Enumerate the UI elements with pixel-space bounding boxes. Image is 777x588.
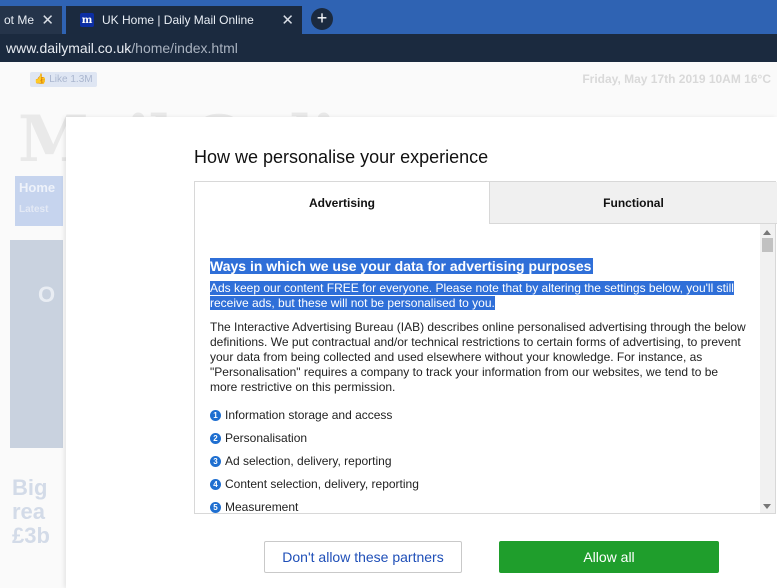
facebook-like-button[interactable]: 👍 Like 1.3M [30, 72, 97, 87]
tab-advertising[interactable]: Advertising [195, 182, 489, 224]
headline-line: rea [12, 499, 46, 524]
allow-all-button[interactable]: Allow all [499, 541, 719, 573]
purpose-number-icon: 2 [210, 433, 221, 444]
tab-functional[interactable]: Functional [489, 182, 777, 224]
browser-tab-inactive[interactable]: ot Me ✕ [0, 6, 62, 34]
purpose-label: Ad selection, delivery, reporting [225, 454, 392, 468]
purpose-item[interactable]: 2 Personalisation [210, 427, 746, 450]
purpose-label: Information storage and access [225, 408, 393, 422]
dailymail-favicon-icon: m [80, 13, 94, 27]
new-tab-plus-icon[interactable]: + [311, 8, 333, 30]
hero-letter: O [38, 282, 56, 307]
modal-title: How we personalise your experience [194, 147, 489, 167]
browser-tab-active[interactable]: m UK Home | Daily Mail Online ✕ [66, 6, 302, 34]
tab-title: ot Me [4, 13, 35, 27]
purpose-number-icon: 3 [210, 456, 221, 467]
section-title: Ways in which we use your data for adver… [210, 258, 594, 274]
scroll-down-arrow-icon[interactable] [763, 504, 771, 509]
nav-latest-link[interactable]: Latest [19, 204, 48, 215]
purpose-item[interactable]: 4 Content selection, delivery, reporting [210, 473, 746, 496]
nav-home-link[interactable]: Home [19, 180, 55, 195]
headline-fragment[interactable]: Big rea £3b [12, 476, 62, 548]
purpose-label: Measurement [225, 500, 299, 514]
dateline: Friday, May 17th 2019 10AM 16°C [582, 72, 771, 86]
purpose-item[interactable]: 3 Ad selection, delivery, reporting [210, 450, 746, 473]
consent-tabs: Advertising Functional [194, 181, 777, 224]
content-scrollbar[interactable] [760, 224, 775, 513]
purpose-item[interactable]: 5 Measurement [210, 496, 746, 514]
headline-line: £3b [12, 523, 50, 548]
purpose-number-icon: 1 [210, 410, 221, 421]
address-bar[interactable]: www.dailymail.co.uk/home/index.html [0, 34, 777, 62]
close-tab-icon[interactable]: ✕ [41, 11, 54, 29]
scrollbar-thumb[interactable] [762, 238, 773, 252]
headline-line: Big [12, 476, 48, 500]
browser-tab-bar: ot Me ✕ m UK Home | Daily Mail Online ✕ … [0, 0, 777, 34]
nav-bar: Home Latest [15, 176, 63, 226]
close-tab-icon[interactable]: ✕ [281, 11, 294, 29]
consent-modal: How we personalise your experience Adver… [66, 117, 777, 588]
purpose-label: Content selection, delivery, reporting [225, 477, 419, 491]
deny-partners-button[interactable]: Don't allow these partners [264, 541, 462, 573]
tab-title: UK Home | Daily Mail Online [102, 13, 254, 27]
url-host: www.dailymail.co.uk [6, 40, 132, 56]
purpose-item[interactable]: 1 Information storage and access [210, 404, 746, 427]
purpose-label: Personalisation [225, 431, 308, 445]
consent-content-panel[interactable]: Ways in which we use your data for adver… [194, 224, 776, 514]
url-path: /home/index.html [131, 40, 238, 56]
consent-content: Ways in which we use your data for adver… [210, 258, 746, 514]
description-paragraph: The Interactive Advertising Bureau (IAB)… [210, 320, 746, 394]
lead-paragraph: Ads keep our content FREE for everyone. … [210, 281, 734, 310]
purpose-number-icon: 5 [210, 502, 221, 513]
purpose-number-icon: 4 [210, 479, 221, 490]
scroll-up-arrow-icon[interactable] [763, 230, 771, 235]
hero-image[interactable]: O [10, 240, 63, 448]
